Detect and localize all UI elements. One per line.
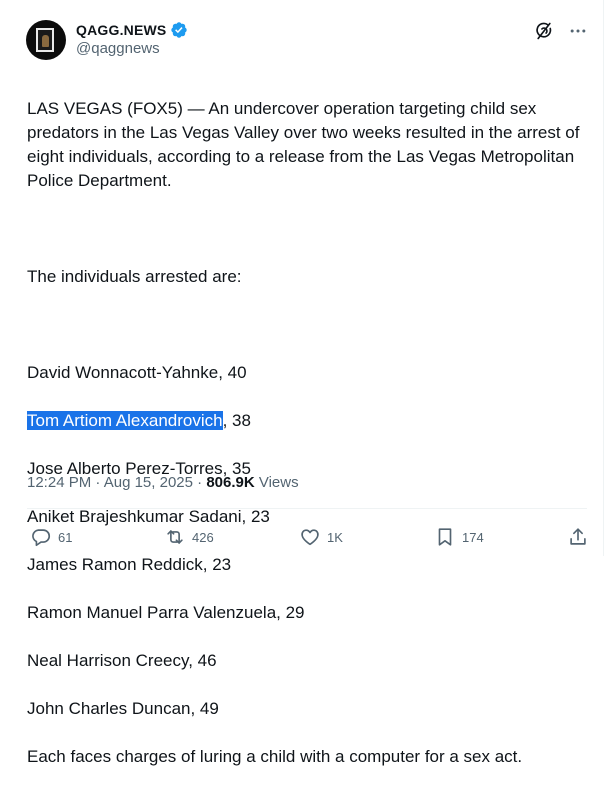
arrested-name: James Ramon Reddick [27,555,203,574]
like-icon [299,526,321,548]
grok-icon[interactable] [531,18,557,44]
tweet-meta: 12:24 PM · Aug 15, 2025 · 806.9K Views [27,474,299,491]
tweet-closing: Each faces charges of luring a child wit… [27,747,523,766]
repost-icon [164,526,186,548]
views-count[interactable]: 806.9K [206,474,254,491]
bookmark-button[interactable]: 174 [434,524,484,550]
arrested-name: Neal Harrison Creecy [27,651,189,670]
arrested-age: , 23 [241,507,270,526]
arrested-age: , 38 [222,411,251,430]
post-date[interactable]: Aug 15, 2025 [104,474,193,491]
list-item: Tom Artiom Alexandrovich, 38 [27,409,602,433]
verified-badge-icon [170,21,188,39]
bookmark-icon [434,526,456,548]
reply-icon [30,526,52,548]
post-time[interactable]: 12:24 PM [27,474,91,491]
arrested-name: John Charles Duncan [27,699,191,718]
author-display-name[interactable]: Qagg.news [76,22,166,38]
avatar-figure [42,35,49,47]
arrested-age: , 29 [276,603,305,622]
like-count: 1K [327,529,343,545]
list-item: Neal Harrison Creecy, 46 [27,649,602,673]
arrested-name: David Wonnacott-Yahnke [27,363,219,382]
more-icon[interactable] [565,18,591,44]
bookmark-count: 174 [462,529,484,545]
list-item: John Charles Duncan, 49 [27,697,602,721]
arrested-age: , 40 [218,363,247,382]
arrested-age: , 23 [202,555,232,574]
reply-count: 61 [58,529,73,545]
tweet-intro: LAS VEGAS (FOX5) — An undercover operati… [27,99,580,190]
meta-separator: · [91,474,104,491]
share-button[interactable] [567,524,589,550]
tweet-text: LAS VEGAS (FOX5) — An undercover operati… [27,73,602,793]
arrested-age: , 49 [190,699,219,718]
avatar-frame [36,28,54,52]
author-handle[interactable]: @qaggnews [76,40,160,57]
arrested-name-selected: Tom Artiom Alexandrovich [27,411,223,430]
post: Qagg.news @qaggnews LAS VEGAS (FO [0,0,604,766]
repost-count: 426 [192,529,214,545]
author-name-row: Qagg.news [76,19,188,41]
meta-separator: · [192,474,207,491]
top-actions [523,18,591,44]
list-item: David Wonnacott-Yahnke, 40 [27,361,602,385]
like-button[interactable]: 1K [299,524,343,550]
avatar[interactable] [26,20,66,60]
divider [27,508,587,509]
arrested-age: , 46 [188,651,217,670]
reply-button[interactable]: 61 [30,524,72,550]
arrested-name: Ramon Manuel Parra Valenzuela [27,603,277,622]
repost-button[interactable]: 426 [164,524,214,550]
list-item: James Ramon Reddick, 23 [27,553,602,577]
views-label: Views [254,474,299,491]
share-icon [567,526,589,548]
list-item: Ramon Manuel Parra Valenzuela, 29 [27,601,602,625]
list-heading: The individuals arrested are: [27,267,242,286]
